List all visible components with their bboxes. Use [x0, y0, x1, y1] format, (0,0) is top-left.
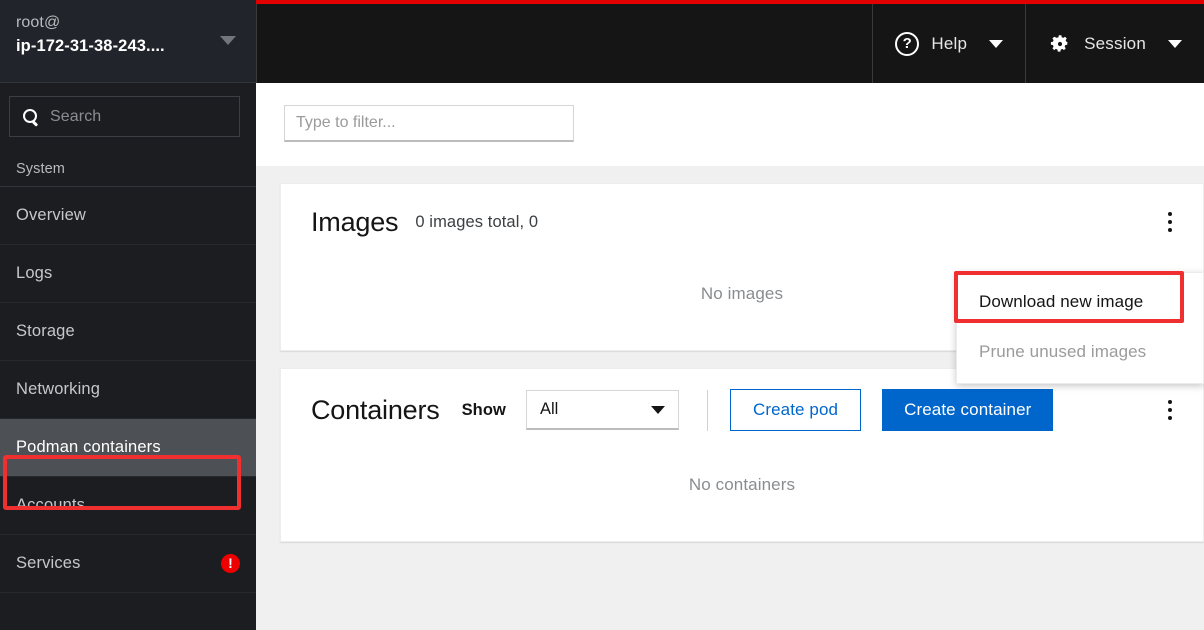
help-menu-button[interactable]: ? Help	[872, 4, 1025, 83]
containers-filter-select[interactable]: All	[525, 390, 679, 430]
top-navigation-bar: ? Help Session	[256, 0, 1204, 83]
containers-title: Containers	[311, 394, 440, 425]
session-menu-button[interactable]: Session	[1025, 4, 1204, 83]
user-account-dropdown[interactable]: root@ ip-172-31-38-243....	[0, 0, 256, 83]
search-icon	[22, 108, 39, 125]
sidebar-item-logs[interactable]: Logs	[0, 245, 256, 303]
alert-badge-icon: !	[221, 554, 240, 573]
question-circle-icon: ?	[895, 31, 920, 56]
images-dropdown-menu: Download new image Prune unused images	[956, 272, 1204, 384]
caret-down-icon	[1168, 39, 1182, 48]
sidebar-item-label: Logs	[16, 264, 53, 282]
search-input[interactable]: Search	[9, 96, 240, 137]
create-pod-button[interactable]: Create pod	[729, 389, 862, 431]
user-name: root@	[16, 14, 61, 31]
host-name: ip-172-31-38-243....	[16, 37, 165, 55]
sidebar-item-label: Overview	[16, 206, 86, 224]
sidebar-item-services[interactable]: Services !	[0, 535, 256, 593]
create-container-button[interactable]: Create container	[882, 389, 1054, 431]
sidebar-item-overview[interactable]: Overview	[0, 187, 256, 245]
filter-bar	[256, 83, 1204, 166]
images-title: Images	[311, 206, 399, 237]
containers-empty-state: No containers	[688, 475, 796, 494]
search-placeholder: Search	[50, 107, 102, 125]
content-area: Images 0 images total, 0 No images Conta…	[256, 166, 1204, 630]
containers-filter-value: All	[539, 400, 559, 418]
sidebar-item-label: Networking	[16, 380, 101, 398]
images-subtitle: 0 images total, 0	[415, 212, 539, 231]
sidebar-item-networking[interactable]: Networking	[0, 361, 256, 419]
sidebar-search-wrap: Search	[0, 83, 256, 151]
session-label: Session	[1084, 33, 1146, 53]
sidebar-item-storage[interactable]: Storage	[0, 303, 256, 361]
sidebar-item-podman-containers[interactable]: Podman containers	[0, 419, 256, 477]
help-label: Help	[931, 33, 968, 53]
containers-kebab-menu-icon[interactable]	[1155, 394, 1185, 426]
menu-item-download-new-image[interactable]: Download new image	[957, 277, 1203, 327]
sidebar-item-label: Podman containers	[16, 438, 161, 456]
caret-down-icon[interactable]	[220, 36, 236, 45]
filter-input[interactable]	[284, 105, 574, 142]
images-kebab-menu-icon[interactable]	[1155, 206, 1185, 238]
show-label: Show	[461, 400, 506, 419]
sidebar-item-label: Services	[16, 554, 81, 572]
caret-down-icon	[989, 39, 1004, 48]
menu-item-prune-unused-images: Prune unused images	[979, 342, 1147, 361]
sidebar: root@ ip-172-31-38-243.... Search System…	[0, 0, 256, 630]
containers-card: Containers Show All Create pod Create co…	[280, 368, 1204, 542]
sidebar-item-label: Accounts	[16, 496, 86, 514]
gear-icon	[1048, 32, 1072, 56]
caret-down-icon	[650, 405, 665, 414]
cockpit-podman-page: root@ ip-172-31-38-243.... Search System…	[0, 0, 1204, 630]
sidebar-item-accounts[interactable]: Accounts	[0, 477, 256, 535]
sidebar-section-system: System	[0, 151, 256, 187]
divider	[706, 389, 708, 431]
images-card-header: Images 0 images total, 0	[281, 184, 1203, 256]
sidebar-item-label: Storage	[16, 322, 75, 340]
